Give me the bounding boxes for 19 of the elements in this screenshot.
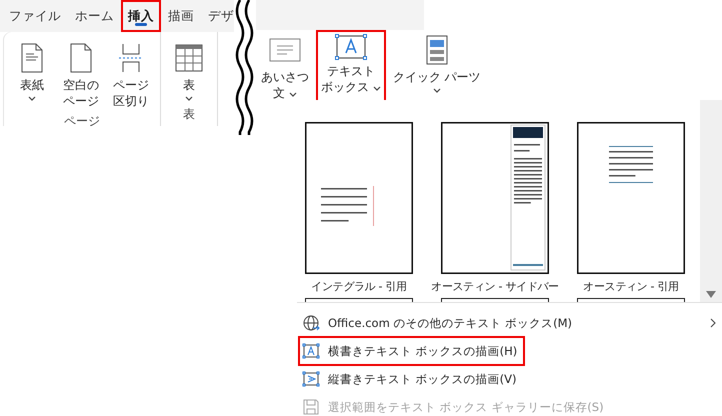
ribbon-button[interactable]: 空白の ページ bbox=[58, 38, 104, 113]
ribbon-tab[interactable]: デザ bbox=[201, 0, 234, 32]
menu-item[interactable]: Office.com のその他のテキスト ボックス(M) bbox=[300, 310, 722, 336]
ribbon-tab[interactable]: ホーム bbox=[68, 0, 121, 32]
group-label: ページ bbox=[64, 113, 100, 130]
menu-item[interactable]: 横書きテキスト ボックスの描画(H) bbox=[300, 338, 524, 364]
ribbon-tab[interactable]: 挿入 bbox=[121, 0, 161, 32]
gallery-label: インテグラル - 引用 bbox=[311, 279, 407, 294]
group-label: 表 bbox=[183, 106, 195, 123]
ribbon-tab[interactable]: ファイル bbox=[2, 0, 68, 32]
ribbon-button[interactable]: あいさつ 文 bbox=[256, 30, 314, 105]
ribbon-tab[interactable]: 描画 bbox=[161, 0, 201, 32]
menu-item[interactable]: 縦書きテキスト ボックスの描画(V) bbox=[300, 366, 722, 392]
gallery-label: オースティン - 引用 bbox=[583, 279, 679, 294]
ribbon-button[interactable]: クイック パーツ bbox=[388, 30, 486, 105]
ribbon-button[interactable]: 表紙 bbox=[10, 38, 54, 113]
ribbon-button[interactable]: ページ 区切り bbox=[108, 38, 154, 113]
ribbon-button[interactable]: 表 bbox=[167, 38, 211, 106]
gallery-label: オースティン - サイドバー bbox=[431, 279, 559, 294]
